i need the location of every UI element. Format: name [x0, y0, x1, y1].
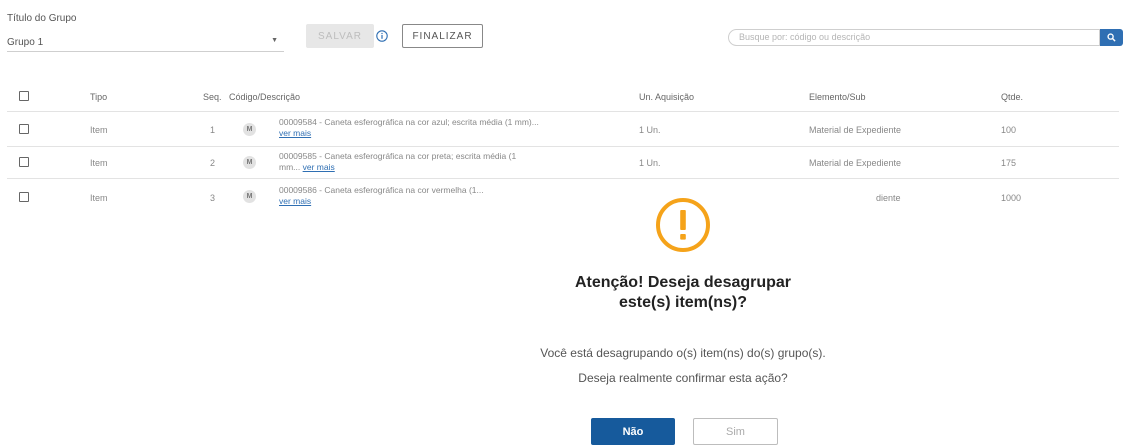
- ver-mais-link[interactable]: ver mais: [279, 128, 311, 138]
- chevron-down-icon: ▼: [271, 37, 278, 44]
- no-button[interactable]: Não: [591, 418, 675, 445]
- divider: [7, 178, 1119, 179]
- description-text: 00009586 - Caneta esferográfica na cor v…: [279, 185, 484, 195]
- header-tipo: Tipo: [90, 92, 108, 102]
- row-elemento-sub: diente: [876, 193, 901, 203]
- dialog-title-line1: Atenção! Deseja desagrupar: [574, 274, 792, 291]
- row-checkbox[interactable]: [19, 157, 29, 167]
- row-qtde: 1000: [1001, 193, 1022, 203]
- material-badge: M: [243, 156, 256, 169]
- group-title-label: Título do Grupo: [7, 13, 77, 24]
- select-all-checkbox[interactable]: [19, 91, 29, 101]
- info-icon[interactable]: [376, 29, 388, 42]
- dialog-question: Deseja realmente confirmar esta ação?: [578, 371, 788, 385]
- search-button[interactable]: [1100, 29, 1123, 46]
- row-tipo: Item: [90, 125, 108, 135]
- material-badge: M: [243, 123, 256, 136]
- row-seq: 1: [210, 125, 216, 135]
- row-tipo: Item: [90, 158, 108, 168]
- row-checkbox[interactable]: [19, 192, 29, 202]
- header-elemento-sub: Elemento/Sub: [809, 92, 866, 102]
- row-description: 00009585 - Caneta esferográfica na cor p…: [279, 151, 539, 173]
- finalize-button[interactable]: FINALIZAR: [402, 24, 483, 48]
- row-tipo: Item: [90, 193, 108, 203]
- group-select-value: Grupo 1: [7, 37, 44, 48]
- row-qtde: 175: [1001, 158, 1017, 168]
- row-qtde: 100: [1001, 125, 1017, 135]
- ver-mais-link[interactable]: ver mais: [303, 162, 335, 172]
- search-icon: [1107, 33, 1116, 42]
- header-seq: Seq.: [203, 92, 222, 102]
- dialog-message: Você está desagrupando o(s) item(ns) do(…: [540, 346, 826, 360]
- search-input[interactable]: Busque por: código ou descrição: [728, 29, 1100, 46]
- dialog-title: Atenção! Deseja desagrupar este(s) item(…: [480, 273, 886, 313]
- header-un-aquisicao: Un. Aquisição: [639, 92, 695, 102]
- header-qtde: Qtde.: [1001, 92, 1024, 102]
- row-elemento-sub: Material de Expediente: [809, 158, 902, 168]
- row-checkbox[interactable]: [19, 124, 29, 134]
- row-description: 00009584 - Caneta esferográfica na cor a…: [279, 117, 539, 139]
- row-seq: 2: [210, 158, 216, 168]
- material-badge: M: [243, 190, 256, 203]
- row-un-aquisicao: 1 Un.: [639, 125, 661, 135]
- row-elemento-sub: Material de Expediente: [809, 125, 902, 135]
- ver-mais-link[interactable]: ver mais: [279, 196, 311, 206]
- divider: [7, 111, 1119, 112]
- description-text: 00009584 - Caneta esferográfica na cor a…: [279, 117, 539, 127]
- divider: [7, 146, 1119, 147]
- group-select[interactable]: Grupo 1 ▼: [7, 33, 284, 52]
- yes-button[interactable]: Sim: [693, 418, 778, 445]
- row-description: 00009586 - Caneta esferográfica na cor v…: [279, 185, 494, 207]
- row-un-aquisicao: 1 Un.: [639, 158, 661, 168]
- save-button[interactable]: SALVAR: [306, 24, 374, 48]
- dialog-title-line2: este(s) item(ns)?: [618, 294, 748, 311]
- row-seq: 3: [210, 193, 216, 203]
- header-codigo-descricao: Código/Descrição: [229, 92, 301, 102]
- warning-icon: [655, 197, 711, 253]
